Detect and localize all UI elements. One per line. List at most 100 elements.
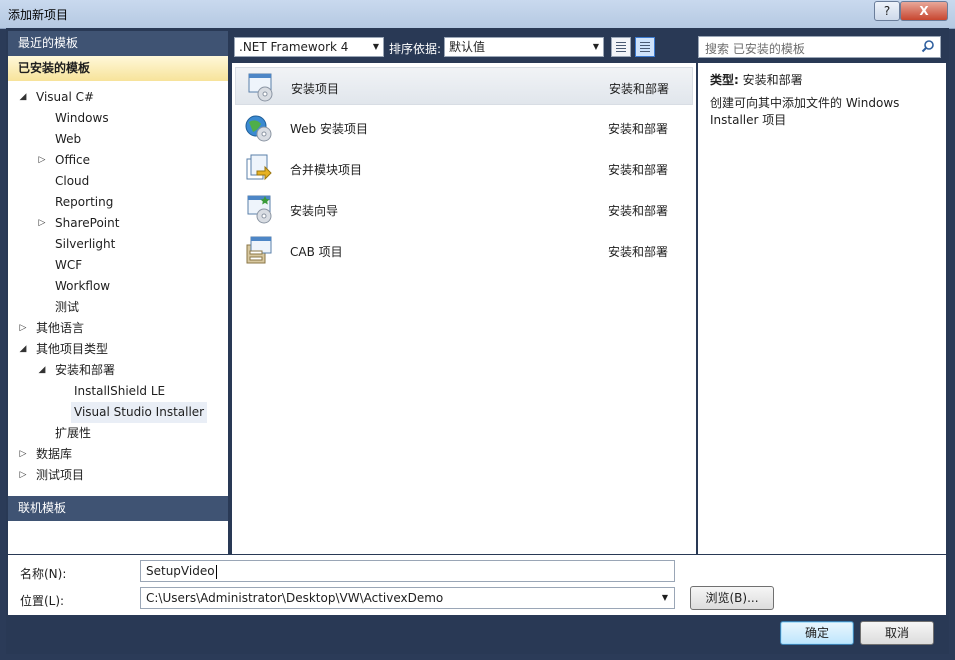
tree-item-label: 测试项目 — [36, 468, 85, 482]
location-input[interactable]: C:\Users\Administrator\Desktop\VW\Active… — [140, 587, 675, 609]
expand-arrow-icon[interactable]: ▷ — [37, 150, 47, 171]
template-name: Web 安装项目 — [290, 122, 368, 136]
tree-item-label: 安装和部署 — [55, 363, 116, 377]
cancel-button[interactable]: 取消 — [860, 621, 934, 645]
tree-item-label: Windows — [55, 111, 109, 125]
framework-value: .NET Framework 4 — [239, 40, 349, 54]
tree-item[interactable]: ◢ 安装和部署 — [8, 360, 228, 381]
tree-item-label: Cloud — [55, 174, 90, 188]
tree-item[interactable]: Reporting — [8, 192, 228, 213]
ok-button[interactable]: 确定 — [780, 621, 854, 645]
template-category: 安装和部署 — [608, 245, 669, 259]
tree-item-label: 扩展性 — [55, 426, 92, 440]
installed-templates-header[interactable]: 已安装的模板 — [8, 56, 228, 81]
close-button[interactable]: X — [900, 1, 948, 21]
title-bar: 添加新项目 ? X — [0, 0, 955, 29]
tree-item-label: SharePoint — [55, 216, 120, 230]
template-name: 合并模块项目 — [290, 163, 363, 177]
chevron-down-icon[interactable]: ▼ — [662, 588, 668, 608]
tree-item-label: InstallShield LE — [74, 384, 166, 398]
template-item[interactable]: 安装项目 安装和部署 — [235, 67, 693, 105]
details-view-button[interactable] — [635, 37, 655, 57]
tree-item-label: Web — [55, 132, 82, 146]
type-value: 安装和部署 — [742, 73, 803, 87]
tree-item[interactable]: ▷ Office — [8, 150, 228, 171]
chevron-down-icon: ▼ — [592, 42, 599, 51]
tree-item[interactable]: Cloud — [8, 171, 228, 192]
template-name: 安装向导 — [290, 204, 339, 218]
framework-select[interactable]: .NET Framework 4 ▼ — [234, 37, 384, 57]
tree-item[interactable]: ▷ 其他语言 — [8, 318, 228, 339]
tree-item[interactable]: Windows — [8, 108, 228, 129]
tree-item[interactable]: Silverlight — [8, 234, 228, 255]
chevron-down-icon: ▼ — [372, 42, 379, 51]
template-item[interactable]: Web 安装项目 安装和部署 — [235, 108, 693, 146]
tree-item[interactable]: InstallShield LE — [8, 381, 228, 402]
name-input[interactable]: SetupVideo — [140, 560, 675, 582]
name-value: SetupVideo — [146, 564, 215, 578]
sort-label: 排序依据: — [389, 42, 442, 56]
location-label: 位置(L): — [20, 594, 65, 608]
tree-item[interactable]: WCF — [8, 255, 228, 276]
tree-item[interactable]: ▷ 数据库 — [8, 444, 228, 465]
tree-item[interactable]: ◢ Visual C# — [8, 87, 228, 108]
expand-arrow-icon[interactable]: ▷ — [18, 444, 28, 465]
tree-item[interactable]: ▷ SharePoint — [8, 213, 228, 234]
template-item[interactable]: CAB 项目 安装和部署 — [235, 231, 693, 269]
search-icon[interactable] — [921, 39, 935, 53]
template-nav: 最近的模板 已安装的模板 ◢ Visual C# Windows Web ▷ Office… — [8, 31, 228, 554]
tree-item-label: 其他语言 — [36, 321, 85, 335]
template-category: 安装和部署 — [608, 163, 669, 177]
project-form: 名称(N): SetupVideo 位置(L): C:\Users\Admini… — [8, 555, 946, 615]
expand-arrow-icon[interactable]: ▷ — [37, 213, 47, 234]
tree-item-label: Office — [55, 153, 91, 167]
recent-templates-header[interactable]: 最近的模板 — [8, 31, 228, 56]
sort-select[interactable]: 默认值 ▼ — [444, 37, 604, 57]
help-button[interactable]: ? — [874, 1, 900, 21]
tree-item-label: WCF — [55, 258, 83, 272]
collapse-arrow-icon[interactable]: ◢ — [18, 87, 28, 108]
tree-item[interactable]: ◢ 其他项目类型 — [8, 339, 228, 360]
search-input[interactable]: 搜索 已安装的模板 — [698, 36, 941, 58]
template-name: CAB 项目 — [290, 245, 343, 259]
tree-item-label: Silverlight — [55, 237, 116, 251]
window-title: 添加新项目 — [8, 8, 69, 22]
tree-item[interactable]: Web — [8, 129, 228, 150]
tree-item-label: 其他项目类型 — [36, 342, 109, 356]
web-setup-project-icon — [245, 115, 272, 142]
small-icons-view-button[interactable] — [611, 37, 631, 57]
search-placeholder: 搜索 已安装的模板 — [705, 42, 805, 56]
template-description: 创建可向其中添加文件的 Windows Installer 项目 — [710, 96, 900, 127]
template-category: 安装和部署 — [609, 82, 670, 96]
sort-value: 默认值 — [449, 40, 486, 54]
tree-item[interactable]: 测试 — [8, 297, 228, 318]
template-list: 安装项目 安装和部署 Web 安装项目 安装和部署 合并模块项目 安装和部署 安装向导 安装和… — [232, 63, 696, 554]
template-item[interactable]: 安装向导 安装和部署 — [235, 190, 693, 228]
cab-project-icon — [246, 236, 272, 264]
template-category: 安装和部署 — [608, 204, 669, 218]
expand-arrow-icon[interactable]: ▷ — [18, 318, 28, 339]
template-detail: 类型: 安装和部署 创建可向其中添加文件的 Windows Installer … — [698, 63, 946, 554]
template-item[interactable]: 合并模块项目 安装和部署 — [235, 149, 693, 187]
tree-item[interactable]: ▷ 测试项目 — [8, 465, 228, 486]
setup-project-icon — [248, 73, 273, 102]
tree-item[interactable]: Workflow — [8, 276, 228, 297]
tree-item[interactable]: 扩展性 — [8, 423, 228, 444]
expand-arrow-icon[interactable]: ▷ — [18, 465, 28, 486]
tree-item[interactable]: Visual Studio Installer — [8, 402, 228, 423]
text-caret — [215, 564, 217, 579]
tree-item-label: Visual Studio Installer — [71, 402, 208, 423]
tree-item-label: 数据库 — [36, 447, 73, 461]
tree-item-label: Visual C# — [36, 90, 95, 104]
collapse-arrow-icon[interactable]: ◢ — [18, 339, 28, 360]
browse-button[interactable]: 浏览(B)... — [690, 586, 774, 610]
location-value: C:\Users\Administrator\Desktop\VW\Active… — [146, 591, 444, 605]
collapse-arrow-icon[interactable]: ◢ — [37, 360, 47, 381]
grid-view-icon — [616, 42, 626, 52]
template-category: 安装和部署 — [608, 122, 669, 136]
type-label: 类型: — [710, 73, 739, 87]
tree-item-label: Reporting — [55, 195, 114, 209]
online-templates-header[interactable]: 联机模板 — [8, 496, 228, 521]
template-tree: ◢ Visual C# Windows Web ▷ Office Cloud Reportin… — [8, 81, 228, 490]
tree-item-label: 测试 — [55, 300, 80, 314]
